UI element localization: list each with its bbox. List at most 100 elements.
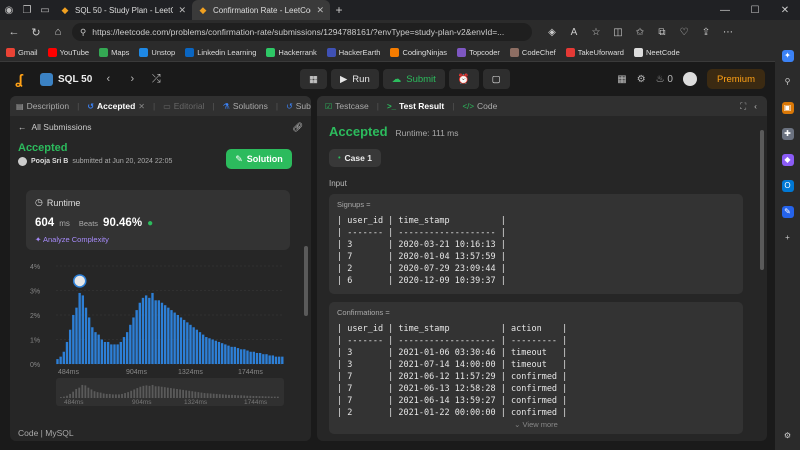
tab-test-result[interactable]: >_ Test Result xyxy=(387,101,444,111)
tab-divider: | xyxy=(77,101,80,111)
bookmark-linkedin-learning[interactable]: Linkedin Learning xyxy=(185,48,256,57)
run-button[interactable]: ▶ Run xyxy=(330,69,379,89)
shopping-icon[interactable]: ▣ xyxy=(781,102,794,114)
home-icon[interactable]: ⌂ xyxy=(50,26,66,38)
heart-icon[interactable]: ♡ xyxy=(676,27,692,38)
read-aloud-icon[interactable]: A xyxy=(566,27,582,38)
close-tab-icon[interactable]: ✕ xyxy=(178,5,186,16)
case-1-tab[interactable]: • Case 1 xyxy=(329,149,381,167)
streak-fire-icon[interactable]: ♨ 0 xyxy=(656,74,673,85)
solution-button[interactable]: ✎ Solution xyxy=(226,149,292,169)
browser-tab-study-plan[interactable]: ◆ SQL 50 - Study Plan - LeetCode ✕ xyxy=(54,0,192,20)
extension-icon[interactable]: ◈ xyxy=(544,27,560,38)
bookmark-codingninjas[interactable]: CodingNinjas xyxy=(390,48,447,57)
bookmark-topcoder[interactable]: Topcoder xyxy=(457,48,500,57)
bookmark-hackerrank[interactable]: Hackerrank xyxy=(266,48,317,57)
tab-description[interactable]: ▤ Description xyxy=(16,101,69,111)
tools-icon[interactable]: ✚ xyxy=(781,128,794,140)
overview-bar xyxy=(228,394,230,398)
leetcode-logo-icon[interactable]: ʆ xyxy=(10,70,28,88)
histogram-bar xyxy=(135,310,138,364)
overview-bar xyxy=(166,387,169,398)
histogram-bar xyxy=(217,341,221,364)
games-icon[interactable]: ◆ xyxy=(781,154,794,166)
avatar[interactable] xyxy=(682,72,697,86)
user-name[interactable]: Pooja Sri B xyxy=(31,158,68,165)
histogram-bar xyxy=(186,322,189,364)
submissions-icon: ↺ xyxy=(286,101,293,111)
bookmark-codechef[interactable]: CodeChef xyxy=(509,48,556,57)
settings-gear-icon[interactable]: ⚙ xyxy=(637,74,646,85)
workspaces-icon[interactable]: ❐ xyxy=(18,0,36,20)
new-tab-button[interactable]: + xyxy=(330,3,348,17)
overview-bar xyxy=(188,390,191,398)
next-problem-icon[interactable]: › xyxy=(124,73,140,85)
submit-button[interactable]: ☁ Submit xyxy=(382,69,445,89)
copilot-icon[interactable]: ✦ xyxy=(781,50,794,62)
menu-dots-icon[interactable]: ⋯ xyxy=(720,27,736,38)
minimize-icon[interactable]: — xyxy=(710,5,740,16)
bookmark-hackerearth[interactable]: HackerEarth xyxy=(326,48,380,57)
view-more-button[interactable]: ⌄ View more xyxy=(337,420,735,429)
histogram-bar xyxy=(246,350,249,364)
tab-accepted[interactable]: ↺ Accepted ✕ xyxy=(87,101,145,111)
overview-bar xyxy=(87,387,90,398)
add-sidebar-icon[interactable]: + xyxy=(782,232,794,244)
tab-actions-icon[interactable]: ▭ xyxy=(36,0,54,20)
back-to-submissions[interactable]: ← All Submissions xyxy=(18,122,92,132)
tab-solutions[interactable]: ⚗ Solutions xyxy=(223,101,268,111)
cloud-upload-icon: ☁ xyxy=(391,73,402,85)
refresh-icon[interactable]: ↻ xyxy=(28,26,44,39)
close-window-icon[interactable]: ✕ xyxy=(770,5,800,16)
user-avatar[interactable] xyxy=(18,157,27,166)
analyze-complexity-link[interactable]: ✦ Analyze Complexity xyxy=(35,235,281,244)
bookmark-unstop[interactable]: Unstop xyxy=(139,48,175,57)
sidebar-settings-icon[interactable]: ⚙ xyxy=(782,430,794,442)
x-tick-label: 1744ms xyxy=(238,369,263,376)
overview-bar xyxy=(75,389,78,398)
split-screen-icon[interactable]: ◫ xyxy=(610,27,626,38)
notes-button[interactable]: ▢ xyxy=(482,69,510,89)
outlook-icon[interactable]: O xyxy=(781,180,794,192)
bookmark-gmail[interactable]: Gmail xyxy=(6,48,38,57)
search-icon[interactable]: ⚲ xyxy=(782,76,794,88)
site-info-icon[interactable]: ⚲ xyxy=(80,27,86,38)
back-icon[interactable]: ← xyxy=(6,26,22,38)
shuffle-icon[interactable]: ⤮ xyxy=(148,73,164,86)
premium-button[interactable]: Premium xyxy=(706,69,765,89)
favorite-star-icon[interactable]: ☆ xyxy=(588,27,604,38)
designer-icon[interactable]: ✎ xyxy=(781,206,794,218)
histogram-bar xyxy=(113,344,116,364)
url-field[interactable]: ⚲ https://leetcode.com/problems/confirma… xyxy=(72,23,532,41)
debug-button[interactable]: ▦ xyxy=(300,69,327,89)
prev-problem-icon[interactable]: ‹ xyxy=(100,73,116,85)
timer-button[interactable]: ⏰ xyxy=(448,69,479,89)
collapse-panel-icon[interactable]: ‹ xyxy=(754,101,757,111)
maximize-icon[interactable]: ☐ xyxy=(740,5,770,16)
runtime-distribution-chart[interactable]: 4% 3% 2% 1% 0% 484ms 904ms 1324ms 1744ms 484ms 904… xyxy=(26,256,290,411)
histogram-bar xyxy=(148,297,151,364)
study-plan-link[interactable]: SQL 50 xyxy=(40,72,92,86)
bookmark-youtube[interactable]: YouTube xyxy=(47,48,89,57)
tab-submissions[interactable]: ↺Subm xyxy=(286,101,311,111)
layout-grid-icon[interactable]: ▦ xyxy=(617,74,626,85)
tab-code[interactable]: </> Code xyxy=(462,101,497,111)
bookmark-neetcode[interactable]: NeetCode xyxy=(633,48,680,57)
close-tab-icon[interactable]: ✕ xyxy=(138,102,145,111)
tab-editorial[interactable]: ▭ Editorial xyxy=(163,101,204,111)
right-panel-scrollbar[interactable] xyxy=(760,130,764,270)
collections-icon[interactable]: ⧉ xyxy=(654,27,670,38)
browser-tab-confirmation-rate[interactable]: ◆ Confirmation Rate - LeetCode ✕ xyxy=(192,0,330,20)
case-dot-icon: • xyxy=(338,154,341,162)
share-icon[interactable]: ⇪ xyxy=(698,27,714,38)
profile-icon[interactable]: ◉ xyxy=(0,0,18,20)
maximize-panel-icon[interactable]: ⛶ xyxy=(740,101,746,112)
bookmark-takeuforward[interactable]: TakeUforward xyxy=(565,48,624,57)
favorites-icon[interactable]: ✩ xyxy=(632,27,648,38)
link-icon[interactable]: 🔗︎ xyxy=(292,122,303,133)
bookmark-maps[interactable]: Maps xyxy=(99,48,129,57)
left-panel-scrollbar[interactable] xyxy=(304,246,308,316)
close-tab-icon[interactable]: ✕ xyxy=(316,5,324,16)
tab-testcase[interactable]: ☑ Testcase xyxy=(325,101,369,111)
left-panel-tabs: ▤ Description | ↺ Accepted ✕ | ▭ Editorial |… xyxy=(10,96,311,116)
